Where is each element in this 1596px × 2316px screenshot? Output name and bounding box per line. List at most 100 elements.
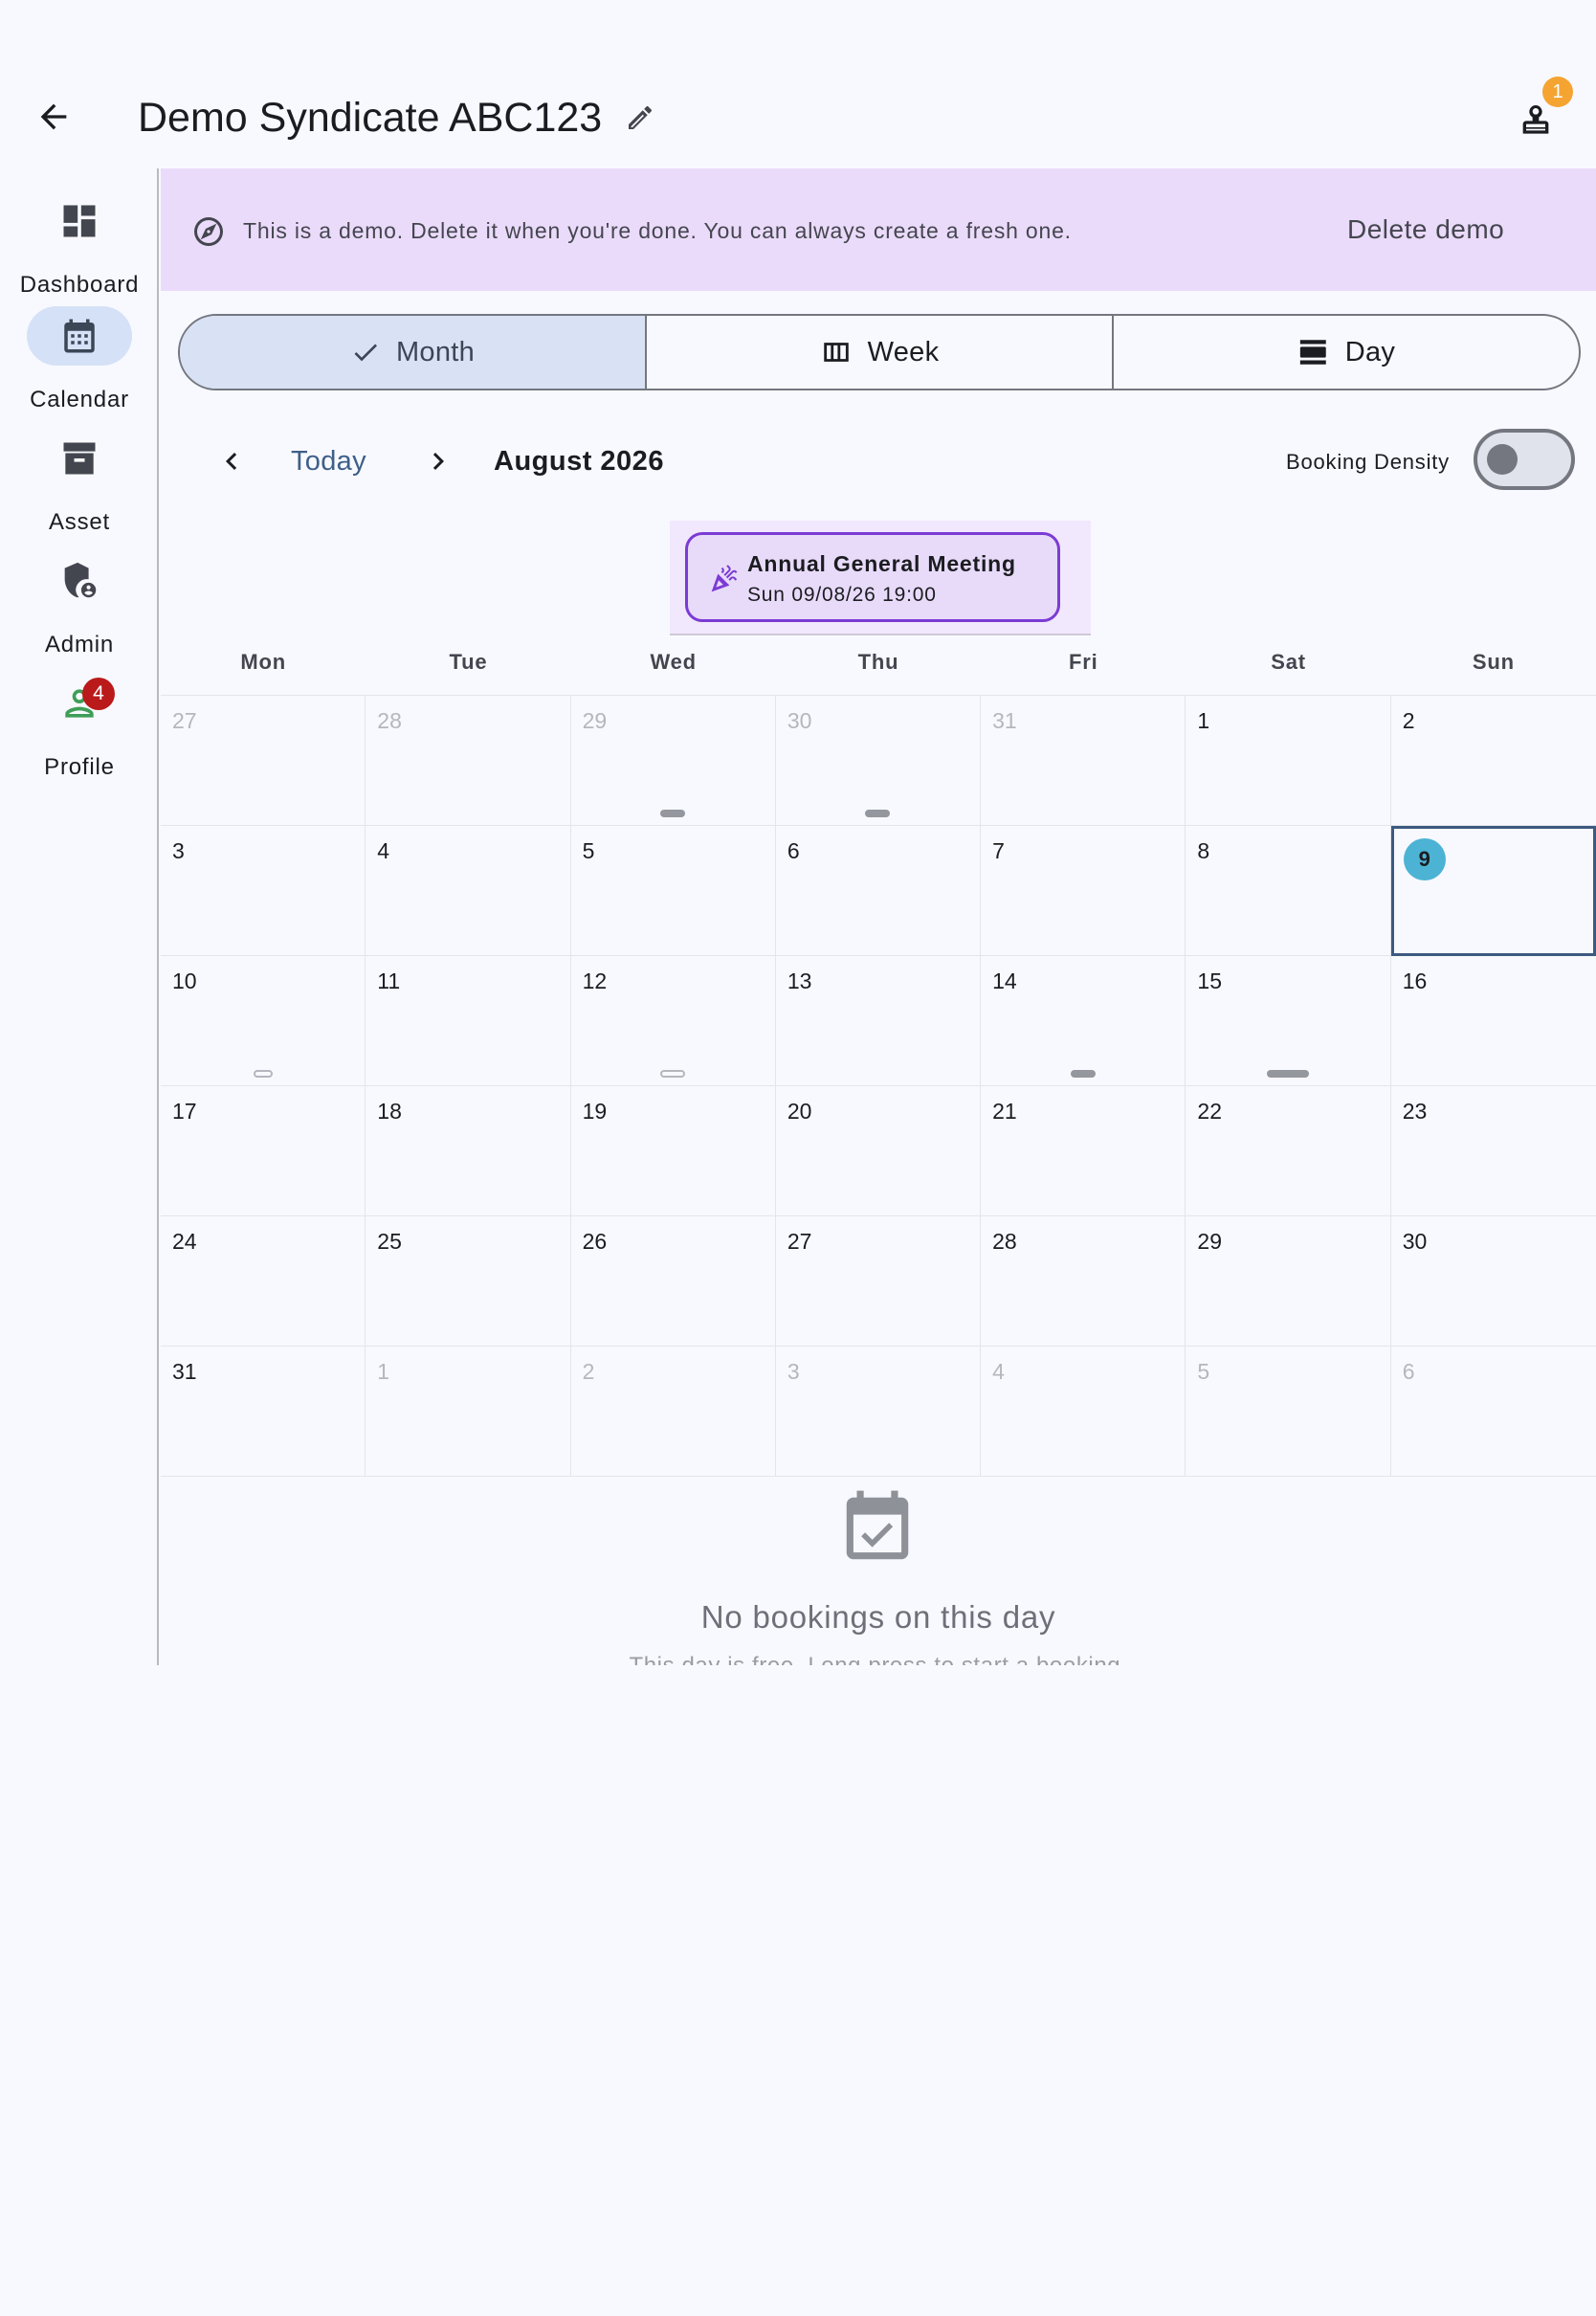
nav-label-calendar: Calendar bbox=[30, 387, 129, 412]
nav-item-admin[interactable]: Admin bbox=[0, 551, 159, 666]
demo-banner: This is a demo. Delete it when you're do… bbox=[161, 168, 1596, 291]
day-number: 31 bbox=[172, 1359, 197, 1384]
day-cell[interactable]: 29 bbox=[1186, 1216, 1391, 1347]
day-cell[interactable]: 22 bbox=[1186, 1086, 1391, 1216]
day-cell[interactable]: 5 bbox=[1186, 1347, 1391, 1477]
day-cell[interactable]: 30 bbox=[1390, 1216, 1596, 1347]
booking-density-marker bbox=[1267, 1070, 1310, 1078]
day-number: 3 bbox=[787, 1359, 800, 1384]
day-number: 8 bbox=[1197, 838, 1210, 863]
tab-month-label: Month bbox=[395, 336, 476, 367]
day-cell[interactable]: 31 bbox=[981, 696, 1186, 826]
day-number: 1 bbox=[1197, 708, 1210, 733]
day-cell[interactable]: 26 bbox=[570, 1216, 776, 1347]
day-number: 15 bbox=[1197, 969, 1223, 993]
weekday-label: Sun bbox=[1472, 650, 1515, 674]
day-cell[interactable]: 29 bbox=[570, 696, 776, 826]
booking-density-toggle[interactable] bbox=[1474, 429, 1575, 490]
day-number: 29 bbox=[582, 708, 608, 733]
day-cell[interactable]: 6 bbox=[775, 826, 982, 956]
day-number: 3 bbox=[172, 838, 185, 863]
day-cell[interactable]: 14 bbox=[981, 956, 1186, 1086]
day-number: 18 bbox=[377, 1099, 402, 1124]
day-cell[interactable]: 5 bbox=[570, 826, 776, 956]
delete-demo-button[interactable]: Delete demo bbox=[1347, 209, 1504, 251]
tab-month[interactable]: Month bbox=[180, 316, 647, 389]
booking-density-marker bbox=[660, 810, 686, 817]
day-number: 5 bbox=[1197, 1359, 1210, 1384]
day-cell[interactable]: 2 bbox=[570, 1347, 776, 1477]
day-cell[interactable]: 4 bbox=[981, 1347, 1186, 1477]
day-cell[interactable]: 27 bbox=[161, 696, 366, 826]
day-cell[interactable]: 11 bbox=[366, 956, 571, 1086]
nav-label-profile: Profile bbox=[44, 754, 115, 780]
day-cell[interactable]: 21 bbox=[981, 1086, 1186, 1216]
demo-banner-text: This is a demo. Delete it when you're do… bbox=[243, 218, 1072, 243]
day-cell[interactable]: 25 bbox=[366, 1216, 571, 1347]
weekday-label: Tue bbox=[449, 650, 488, 674]
day-number: 25 bbox=[377, 1229, 402, 1254]
day-cell[interactable]: 1 bbox=[1186, 696, 1391, 826]
day-cell[interactable]: 15 bbox=[1186, 956, 1391, 1086]
weekday-label: Thu bbox=[857, 650, 899, 674]
month-grid: 27 28 29 30 31 1 2 3 4 5 6 7 8 9 10 11 1… bbox=[161, 695, 1596, 1477]
booking-density-marker bbox=[1070, 1070, 1096, 1078]
weekday-header: Mon Tue Wed Thu Fri Sat Sun bbox=[161, 645, 1596, 695]
nav-item-profile[interactable]: 4 Profile bbox=[0, 674, 159, 789]
day-cell[interactable]: 19 bbox=[570, 1086, 776, 1216]
back-button[interactable] bbox=[27, 90, 80, 144]
month-calendar: Annual General Meeting Sun 09/08/26 19:0… bbox=[161, 521, 1596, 1665]
check-icon bbox=[354, 344, 377, 362]
day-number: 2 bbox=[582, 1359, 595, 1384]
booking-density-label: Booking Density bbox=[1286, 450, 1450, 474]
day-cell[interactable]: 28 bbox=[981, 1216, 1186, 1347]
day-cell[interactable]: 23 bbox=[1390, 1086, 1596, 1216]
next-month-button[interactable] bbox=[411, 434, 465, 488]
view-week-icon bbox=[823, 343, 849, 362]
day-cell[interactable]: 28 bbox=[366, 696, 571, 826]
day-cell[interactable]: 13 bbox=[775, 956, 982, 1086]
day-cell[interactable]: 30 bbox=[775, 696, 982, 826]
nav-item-dashboard[interactable]: Dashboard bbox=[0, 191, 159, 306]
booking-density-marker bbox=[253, 1070, 273, 1078]
edit-title-button[interactable] bbox=[618, 96, 662, 140]
selected-day-number: 9 bbox=[1403, 838, 1446, 880]
day-number: 1 bbox=[377, 1359, 390, 1384]
day-cell[interactable]: 20 bbox=[775, 1086, 982, 1216]
today-button[interactable]: Today bbox=[291, 440, 366, 482]
event-chip[interactable]: Annual General Meeting Sun 09/08/26 19:0… bbox=[685, 532, 1060, 622]
day-cell[interactable]: 17 bbox=[161, 1086, 366, 1216]
previous-month-button[interactable] bbox=[205, 434, 258, 488]
day-number: 14 bbox=[992, 969, 1017, 993]
day-cell[interactable]: 6 bbox=[1390, 1347, 1596, 1477]
day-number: 21 bbox=[992, 1099, 1017, 1124]
day-cell[interactable]: 31 bbox=[161, 1347, 366, 1477]
empty-state-subtitle: This day is free. Long press to start a … bbox=[161, 1650, 1596, 1665]
day-number: 5 bbox=[582, 838, 595, 863]
day-cell[interactable]: 8 bbox=[1186, 826, 1391, 956]
empty-state-title: No bookings on this day bbox=[700, 1599, 1056, 1635]
day-cell[interactable]: 1 bbox=[366, 1347, 571, 1477]
nav-item-calendar[interactable]: Calendar bbox=[0, 306, 159, 421]
day-cell[interactable]: 18 bbox=[366, 1086, 571, 1216]
celebration-icon bbox=[711, 565, 738, 592]
day-cell[interactable]: 3 bbox=[161, 826, 366, 956]
tab-week[interactable]: Week bbox=[647, 316, 1114, 389]
account-notification-badge: 1 bbox=[1542, 77, 1573, 107]
day-cell[interactable]: 2 bbox=[1390, 696, 1596, 826]
day-cell[interactable]: 27 bbox=[775, 1216, 982, 1347]
tab-day[interactable]: Day bbox=[1114, 316, 1579, 389]
current-month-label: August 2026 bbox=[494, 446, 664, 477]
day-cell[interactable]: 10 bbox=[161, 956, 366, 1086]
day-cell-selected[interactable]: 9 bbox=[1390, 826, 1596, 956]
nav-item-asset[interactable]: Asset bbox=[0, 429, 159, 544]
top-app-bar: Demo Syndicate ABC123 bbox=[0, 54, 1596, 168]
day-number: 20 bbox=[787, 1099, 812, 1124]
day-cell[interactable]: 4 bbox=[366, 826, 571, 956]
day-cell[interactable]: 12 bbox=[570, 956, 776, 1086]
day-number: 19 bbox=[582, 1099, 608, 1124]
day-cell[interactable]: 3 bbox=[775, 1347, 982, 1477]
day-cell[interactable]: 7 bbox=[981, 826, 1186, 956]
day-cell[interactable]: 16 bbox=[1390, 956, 1596, 1086]
day-cell[interactable]: 24 bbox=[161, 1216, 366, 1347]
